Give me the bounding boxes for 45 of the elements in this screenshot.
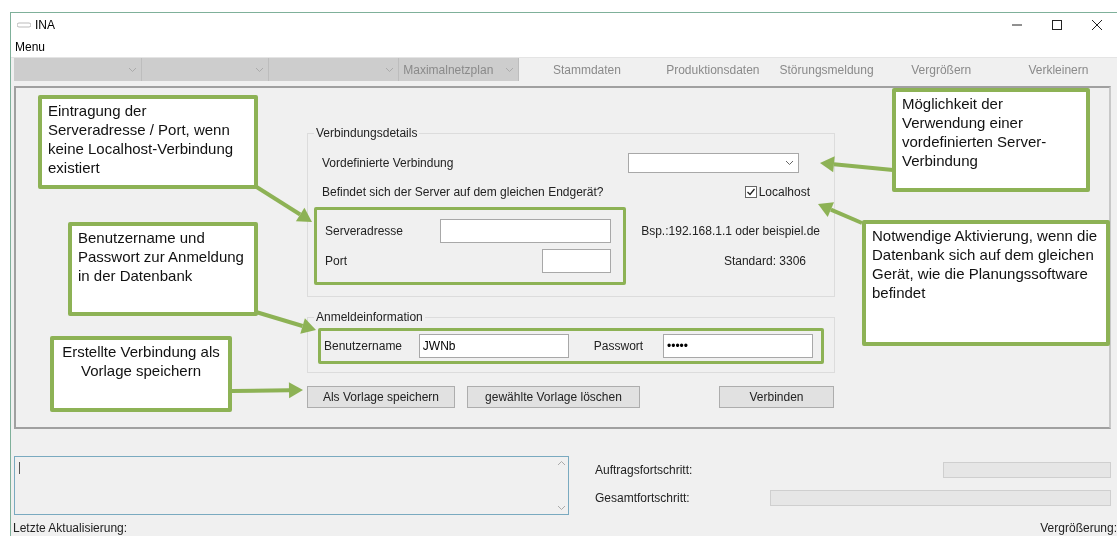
server-address-field[interactable] [439,219,611,243]
arrow [255,310,316,334]
scroll-up-icon[interactable] [556,460,566,466]
username-field[interactable]: JWNb [418,334,569,358]
group-legend: Anmeldeinformation [314,310,425,324]
field-label: Passwort [593,339,645,353]
form-button[interactable]: Verbinden [719,386,834,408]
checkbox-label: Localhost [758,185,810,199]
password-field[interactable]: ••••• [663,334,813,358]
status-text: Vergrößerung: [1040,521,1117,535]
window-title: INA [35,18,55,32]
annotation-callout: Eintragung der Serveradresse / Port, wenn keine Localhost-Verbindung existiert [38,95,258,189]
chevron-down-icon [128,66,138,73]
menu-item[interactable]: Menu [14,40,47,54]
arrow [818,202,863,225]
annotation-callout: Notwendige Aktivierung, wenn die Datenbank sich auf dem gleichen Gerät, wie die Planungssoftware befindet [862,220,1110,346]
annotation-callout: Benutzername und Passwort zur Anmeldung in der Datenbank [68,222,258,316]
chevron-down-icon [255,66,265,73]
hint-text: Bsp.:192.168.1.1 oder beispiel.de [641,223,820,240]
field-label: Serveradresse [325,224,405,238]
localhost-checkbox[interactable] [744,186,757,198]
field-label: Vordefinierte Verbindung [322,156,454,170]
status-text: Letzte Aktualisierung: [13,521,128,535]
chevron-down-icon [785,160,794,166]
close-icon [1092,20,1102,30]
progress-label: Gesamtfortschritt: [595,491,690,505]
chevron-down-icon [385,66,395,73]
chevron-down-icon [504,66,514,73]
annotation-callout: Möglichkeit der Verwendung einer vordefinierten Server-Verbindung [892,88,1090,192]
port-field[interactable] [542,249,611,273]
scroll-down-icon[interactable] [556,505,566,511]
app-icon [17,22,31,28]
annotation-callout: Erstellte Verbindung als Vorlage speichern [50,336,232,412]
progress-label: Auftragsfortschritt: [595,463,693,477]
form-button[interactable]: Als Vorlage speichern [307,386,455,408]
log-textarea[interactable] [14,456,569,515]
arrow [231,382,303,399]
hint-text: Standard: 3306 [723,253,807,270]
question-text: Befindet sich der Server auf dem gleichen Endgerät? [322,185,604,199]
maximize-icon [1052,20,1062,30]
connection-dropdown[interactable] [628,153,799,173]
field-label: Benutzername [324,339,404,353]
field-label: Port [325,254,348,268]
form-button[interactable]: gewählte Vorlage löschen [467,386,640,408]
group-legend: Verbindungsdetails [314,126,420,140]
